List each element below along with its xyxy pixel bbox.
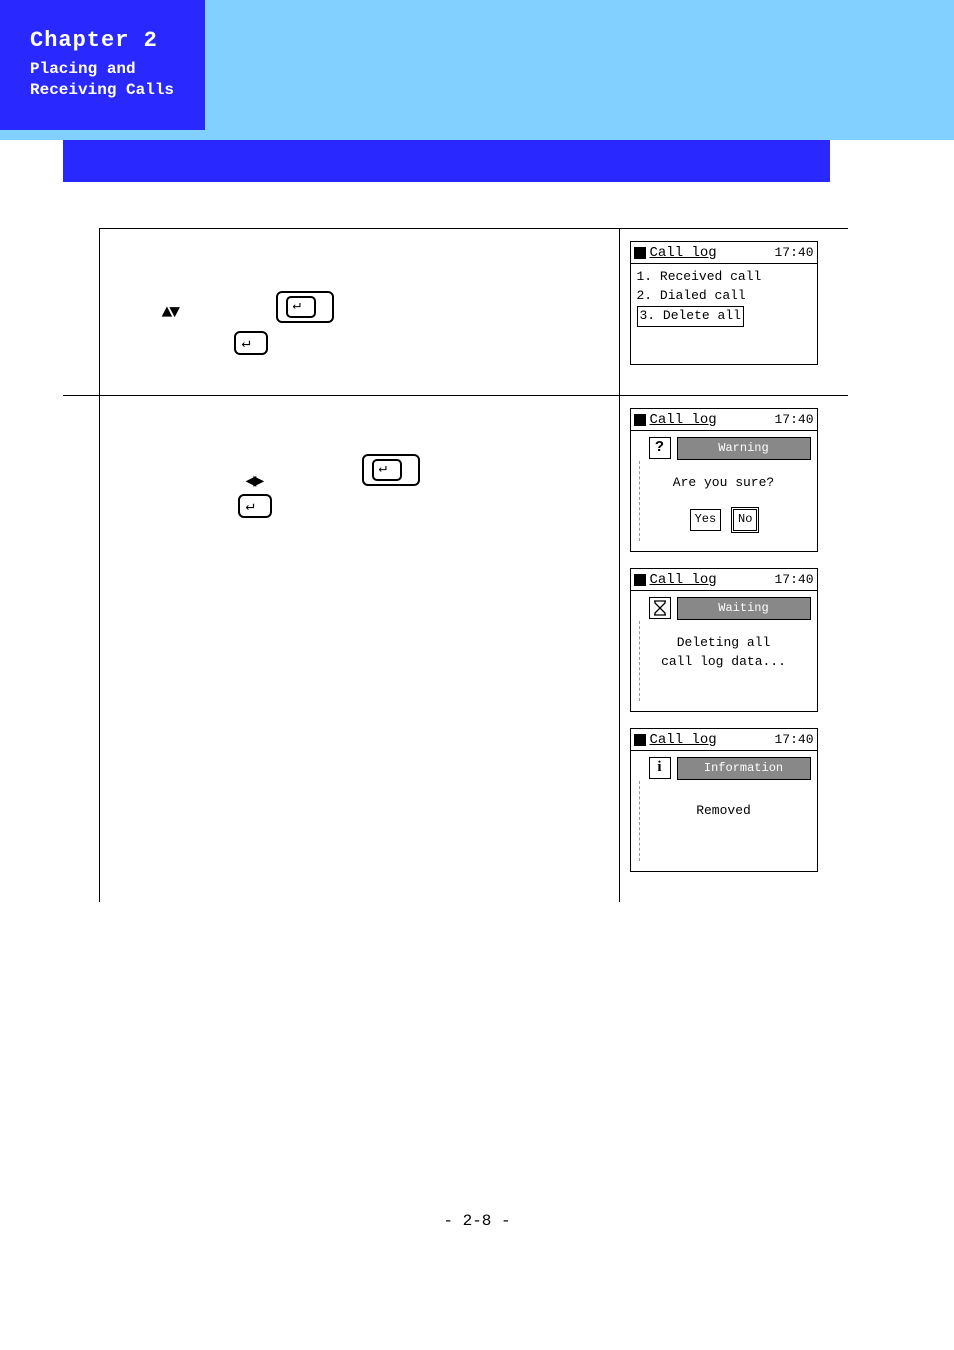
chapter-box: Chapter 2 Placing and Receiving Calls bbox=[0, 0, 205, 130]
no-button: No bbox=[733, 509, 757, 530]
screenshot-cell: Call log 17:40 ? Warning Are you sure? Y… bbox=[619, 396, 848, 903]
left-right-arrow-icon: ◀▶ bbox=[246, 470, 262, 492]
dialog-label: Information bbox=[677, 757, 811, 780]
screen-waiting-dialog: Call log 17:40 Waiting Deleting all call… bbox=[630, 568, 818, 712]
screen-call-log-menu: Call log 17:40 1. Received call 2. Diale… bbox=[630, 241, 818, 365]
dialog-text: Deleting all call log data... bbox=[637, 634, 811, 672]
enter-key-icon bbox=[234, 331, 268, 355]
screen-title: Call log bbox=[650, 572, 775, 588]
step-description-cell: ◀▶ bbox=[99, 396, 619, 903]
dotted-divider bbox=[639, 621, 640, 701]
menu-item: 2. Dialed call bbox=[637, 287, 811, 306]
dialog-label: Warning bbox=[677, 437, 811, 460]
title-square-icon bbox=[634, 734, 646, 746]
dotted-divider bbox=[639, 781, 640, 861]
screen-time: 17:40 bbox=[774, 572, 813, 587]
title-square-icon bbox=[634, 247, 646, 259]
step-number-cell bbox=[63, 229, 99, 396]
step-number-cell bbox=[63, 396, 99, 903]
steps-table: ▲▼ Call log 17:40 1. Received call 2. Di… bbox=[63, 228, 848, 902]
content-area: ▲▼ Call log 17:40 1. Received call 2. Di… bbox=[63, 228, 848, 902]
screen-time: 17:40 bbox=[774, 245, 813, 260]
screenshot-cell: Call log 17:40 1. Received call 2. Diale… bbox=[619, 229, 848, 396]
step-description-cell: ▲▼ bbox=[99, 229, 619, 396]
title-square-icon bbox=[634, 574, 646, 586]
screen-time: 17:40 bbox=[774, 732, 813, 747]
chapter-subtitle: Placing and Receiving Calls bbox=[30, 59, 187, 101]
chapter-title: Chapter 2 bbox=[30, 28, 187, 53]
screen-information-dialog: Call log 17:40 i Information Removed bbox=[630, 728, 818, 872]
screen-warning-dialog: Call log 17:40 ? Warning Are you sure? Y… bbox=[630, 408, 818, 552]
section-strip bbox=[63, 140, 830, 182]
dialog-label: Waiting bbox=[677, 597, 811, 620]
question-icon: ? bbox=[649, 437, 671, 459]
hourglass-icon bbox=[649, 597, 671, 619]
page-number: - 2-8 - bbox=[0, 1212, 954, 1230]
screen-title: Call log bbox=[650, 412, 775, 428]
screen-title: Call log bbox=[650, 245, 775, 261]
title-square-icon bbox=[634, 414, 646, 426]
info-icon: i bbox=[649, 757, 671, 779]
screen-title: Call log bbox=[650, 732, 775, 748]
up-down-arrow-icon: ▲▼ bbox=[162, 303, 178, 323]
page-header: Chapter 2 Placing and Receiving Calls bbox=[0, 0, 954, 185]
menu-item: 1. Received call bbox=[637, 268, 811, 287]
enter-key-icon bbox=[362, 454, 420, 491]
menu-item-selected: 3. Delete all bbox=[637, 306, 811, 327]
screen-time: 17:40 bbox=[774, 412, 813, 427]
dialog-text: Removed bbox=[637, 802, 811, 821]
dialog-text: Are you sure? bbox=[637, 474, 811, 493]
dotted-divider bbox=[639, 461, 640, 541]
yes-button: Yes bbox=[690, 509, 722, 530]
enter-key-icon bbox=[276, 291, 334, 328]
enter-key-icon bbox=[238, 494, 272, 518]
